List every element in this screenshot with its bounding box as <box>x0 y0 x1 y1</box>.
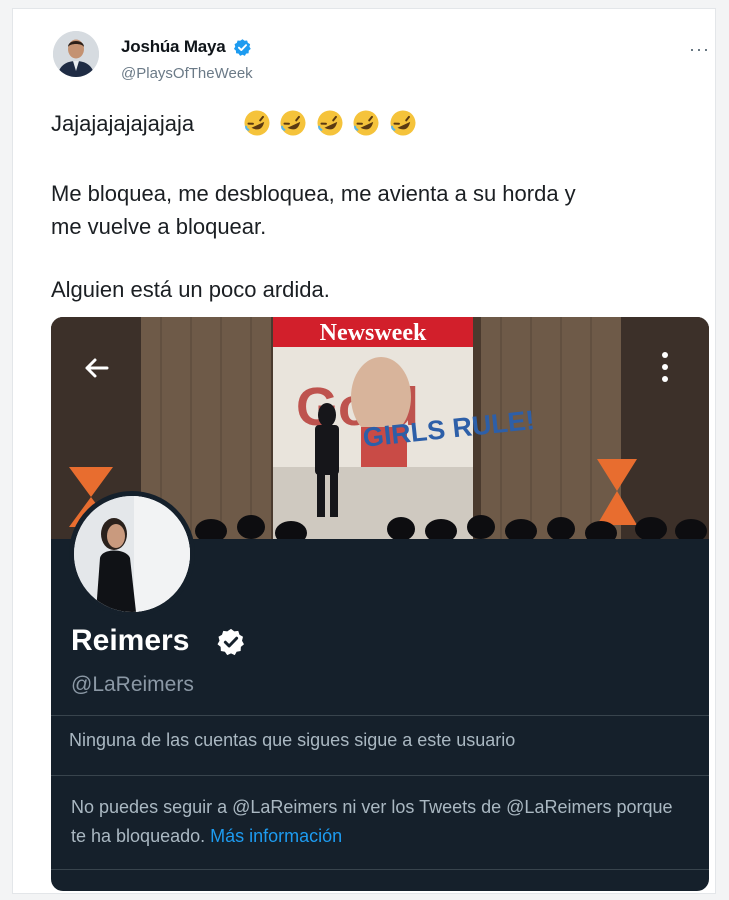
more-options-icon[interactable]: ··· <box>689 39 710 60</box>
blocked-message: No puedes seguir a @LaReimers ni ver los… <box>71 793 681 851</box>
more-info-link[interactable]: Más información <box>210 826 342 846</box>
divider <box>51 775 709 776</box>
author-handle[interactable]: @PlaysOfTheWeek <box>121 65 253 82</box>
tweet-text-line-1: Jajajajajajajaja <box>51 111 195 136</box>
tweet-text-line-3: Alguien está un poco ardida. <box>51 277 330 302</box>
tweet-card: Joshúa Maya @PlaysOfTheWeek ··· Jajajaja… <box>12 8 716 894</box>
profile-handle: @LaReimers <box>71 673 194 696</box>
profile-name: Reimers <box>71 624 190 657</box>
tweet-text-line-2a: Me bloquea, me desbloquea, me avienta a … <box>51 181 576 206</box>
divider <box>51 869 709 870</box>
rolling-on-floor-laughing-emoji-icon <box>353 110 379 136</box>
tweet-text-line-2b: me vuelve a bloquear. <box>51 214 267 239</box>
verified-badge-icon <box>233 39 251 56</box>
verified-badge-icon <box>217 628 244 656</box>
embedded-profile-screenshot[interactable]: Newsweek Gold GIRLS RULE! <box>51 317 709 891</box>
rolling-on-floor-laughing-emoji-icon <box>244 110 270 136</box>
more-vertical-icon[interactable] <box>657 347 673 387</box>
author-avatar[interactable] <box>53 31 99 77</box>
back-arrow-icon[interactable] <box>79 351 113 385</box>
divider <box>51 715 709 716</box>
rolling-on-floor-laughing-emoji-icon <box>317 110 343 136</box>
banner-magazine-title: Newsweek <box>320 320 427 346</box>
rolling-on-floor-laughing-emoji-icon <box>390 110 416 136</box>
blocked-message-text: No puedes seguir a @LaReimers ni ver los… <box>71 797 673 846</box>
author-name[interactable]: Joshúa Maya <box>121 37 226 57</box>
emoji-row <box>243 109 421 139</box>
followers-you-know-note: Ninguna de las cuentas que sigues sigue … <box>69 730 516 750</box>
rolling-on-floor-laughing-emoji-icon <box>280 110 306 136</box>
profile-avatar[interactable] <box>69 491 195 617</box>
